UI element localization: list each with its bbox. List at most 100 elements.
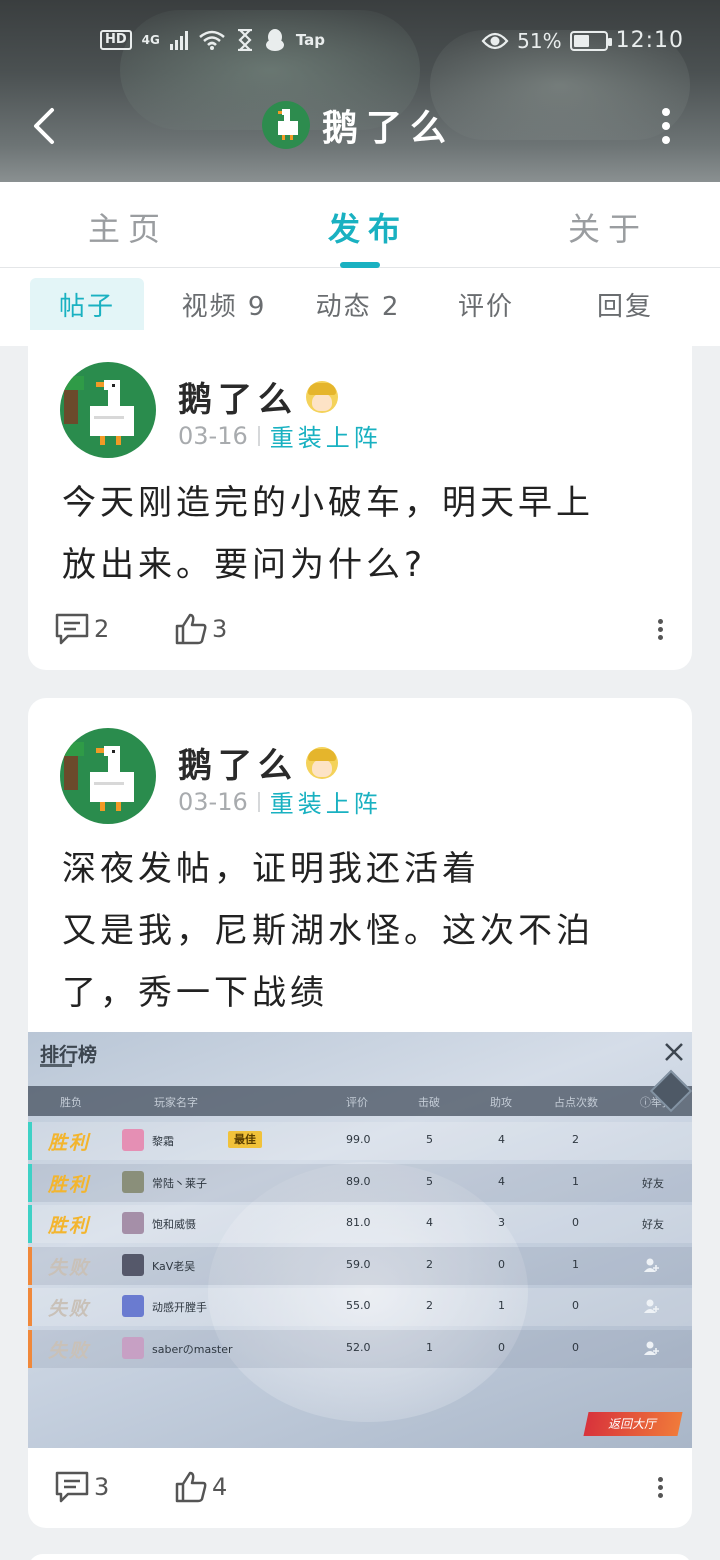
subtab-reviews[interactable]: 评价 — [444, 278, 528, 336]
player-captures: 0 — [572, 1340, 579, 1354]
goose-icon — [60, 376, 134, 445]
post-line: 深夜发帖，证明我还活着 — [62, 849, 480, 889]
close-icon[interactable] — [662, 1040, 686, 1064]
match-result: 失败 — [48, 1339, 91, 1362]
tab-home[interactable]: 主页 — [88, 204, 168, 250]
player-captures: 0 — [572, 1216, 579, 1229]
leaderboard-row: 胜利 黎霜 最佳 99.0 5 4 2 — [28, 1122, 692, 1160]
add-friend-icon[interactable] — [644, 1340, 660, 1356]
player-rating: 52.0 — [346, 1340, 371, 1354]
author-avatar[interactable] — [262, 101, 310, 149]
player-name: 饱和威慑 — [152, 1218, 196, 1231]
more-vertical-icon — [662, 108, 670, 144]
player-avatar[interactable] — [122, 1295, 144, 1317]
post-author[interactable]: 鹅了么 — [178, 372, 338, 421]
player-kills: 5 — [426, 1174, 433, 1188]
battery-icon — [569, 30, 612, 51]
thumbs-up-icon — [175, 1471, 207, 1503]
author-name: 鹅了么 — [178, 746, 298, 786]
comment-count: 2 — [94, 615, 110, 643]
match-result: 胜利 — [48, 1215, 91, 1237]
subtab-replies[interactable]: 回复 1185 — [560, 278, 690, 380]
leaderboard-row: 失败 KaV老吴 59.0 2 0 1 — [28, 1246, 692, 1285]
player-captures: 1 — [572, 1174, 579, 1188]
user-badge-icon — [306, 746, 338, 779]
tab-about[interactable]: 关于 — [568, 204, 648, 250]
like-button[interactable]: 4 — [174, 1470, 227, 1504]
clock: 12:10 — [615, 28, 684, 53]
post-line: 又是我，尼斯湖水怪。这次不泊 — [62, 911, 594, 951]
col-captures: 占点次数 — [554, 1096, 598, 1109]
player-assists: 0 — [498, 1257, 505, 1271]
result-stripe — [28, 1329, 32, 1368]
post-image-leaderboard[interactable]: 排行榜 胜负 玩家名字 评价 击破 助攻 占点次数 ⓘ举报 胜利 黎霜 最佳 99.0… — [28, 1032, 692, 1448]
leaderboard-title: 排行榜 — [40, 1044, 98, 1066]
player-avatar[interactable] — [122, 1129, 144, 1151]
player-rating: 81.0 — [346, 1216, 371, 1229]
subtab-posts[interactable]: 帖子 167 — [30, 278, 144, 380]
like-count: 4 — [212, 1473, 228, 1501]
tab-posts[interactable]: 发布 — [328, 204, 408, 250]
player-assists: 3 — [498, 1216, 505, 1229]
leaderboard-row: 胜利 常陆丶莱子 89.0 5 4 1 好友 — [28, 1163, 692, 1202]
user-badge-icon — [306, 380, 338, 413]
more-options-button[interactable] — [650, 104, 682, 148]
match-result: 失败 — [48, 1256, 91, 1279]
post-game-tag[interactable]: 重装上阵 — [270, 418, 382, 453]
comment-count: 3 — [94, 1473, 110, 1501]
post-game-tag[interactable]: 重装上阵 — [270, 784, 382, 819]
mvp-badge: 最佳 — [228, 1131, 262, 1148]
qq-penguin-icon — [265, 29, 284, 51]
subtab-videos[interactable]: 视频 9 — [172, 278, 276, 336]
leaderboard-row: 胜利 饱和威慑 81.0 4 3 0 好友 — [28, 1205, 692, 1243]
player-kills: 5 — [426, 1133, 433, 1146]
app-header: HD 4G Tap 51% 12:10 鹅了么 — [0, 0, 720, 182]
nav-title: 鹅了么 — [262, 100, 454, 150]
taptap-icon: Tap — [295, 31, 326, 49]
player-avatar[interactable] — [122, 1170, 144, 1193]
post-meta: 03-16 重装上阵 — [178, 784, 382, 819]
post-date: 03-16 — [178, 421, 248, 450]
like-count: 3 — [212, 615, 228, 643]
author-avatar[interactable] — [60, 728, 156, 824]
post-meta: 03-16 重装上阵 — [178, 418, 382, 453]
post-author[interactable]: 鹅了么 — [178, 738, 338, 787]
back-arrow-icon[interactable] — [28, 104, 68, 148]
subtab-activity[interactable]: 动态 2 — [306, 278, 410, 336]
post-card[interactable]: 鹅了么 03-16 重装上阵 深夜发帖，证明我还活着 又是我，尼斯湖水怪。这次不… — [28, 698, 692, 1528]
col-rating: 评价 — [346, 1096, 368, 1109]
post-more-button[interactable] — [654, 616, 666, 646]
post-line: 今天刚造完的小破车，明天早上 — [62, 483, 594, 523]
return-lobby-button[interactable]: 返回大厅 — [583, 1412, 683, 1436]
hd-icon: HD — [100, 30, 132, 50]
add-friend-icon[interactable] — [644, 1298, 660, 1314]
comment-button[interactable]: 2 — [54, 612, 109, 646]
player-name: saberのmaster — [152, 1342, 233, 1356]
goose-icon — [278, 109, 298, 140]
post-body: 深夜发帖，证明我还活着 又是我，尼斯湖水怪。这次不泊 了，秀一下战绩 — [62, 838, 668, 1024]
like-button[interactable]: 3 — [174, 612, 227, 646]
player-name: 动感开膛手 — [152, 1301, 207, 1314]
comment-icon — [55, 613, 89, 645]
player-avatar[interactable] — [122, 1253, 144, 1276]
comment-icon — [55, 1471, 89, 1503]
player-captures: 1 — [572, 1257, 579, 1271]
player-kills: 1 — [426, 1340, 433, 1354]
add-friend-icon[interactable] — [644, 1257, 660, 1273]
comment-button[interactable]: 3 — [54, 1470, 109, 1504]
post-card[interactable]: 鹅了么 03-16 重装上阵 今天刚造完的小破车，明天早上 放出来。要问为什么?… — [28, 330, 692, 670]
player-captures: 0 — [572, 1299, 579, 1312]
post-more-button[interactable] — [654, 1474, 666, 1504]
divider — [257, 425, 260, 446]
network-type: 4G — [141, 33, 160, 47]
player-avatar[interactable] — [122, 1336, 144, 1359]
thumbs-up-icon — [175, 613, 207, 645]
match-result: 胜利 — [48, 1173, 91, 1196]
col-player: 玩家名字 — [154, 1096, 198, 1109]
author-avatar[interactable] — [60, 362, 156, 458]
player-kills: 2 — [426, 1299, 433, 1312]
post-card[interactable] — [28, 1554, 692, 1560]
player-assists: 4 — [498, 1174, 505, 1188]
result-stripe — [28, 1122, 32, 1160]
player-avatar[interactable] — [122, 1212, 144, 1234]
